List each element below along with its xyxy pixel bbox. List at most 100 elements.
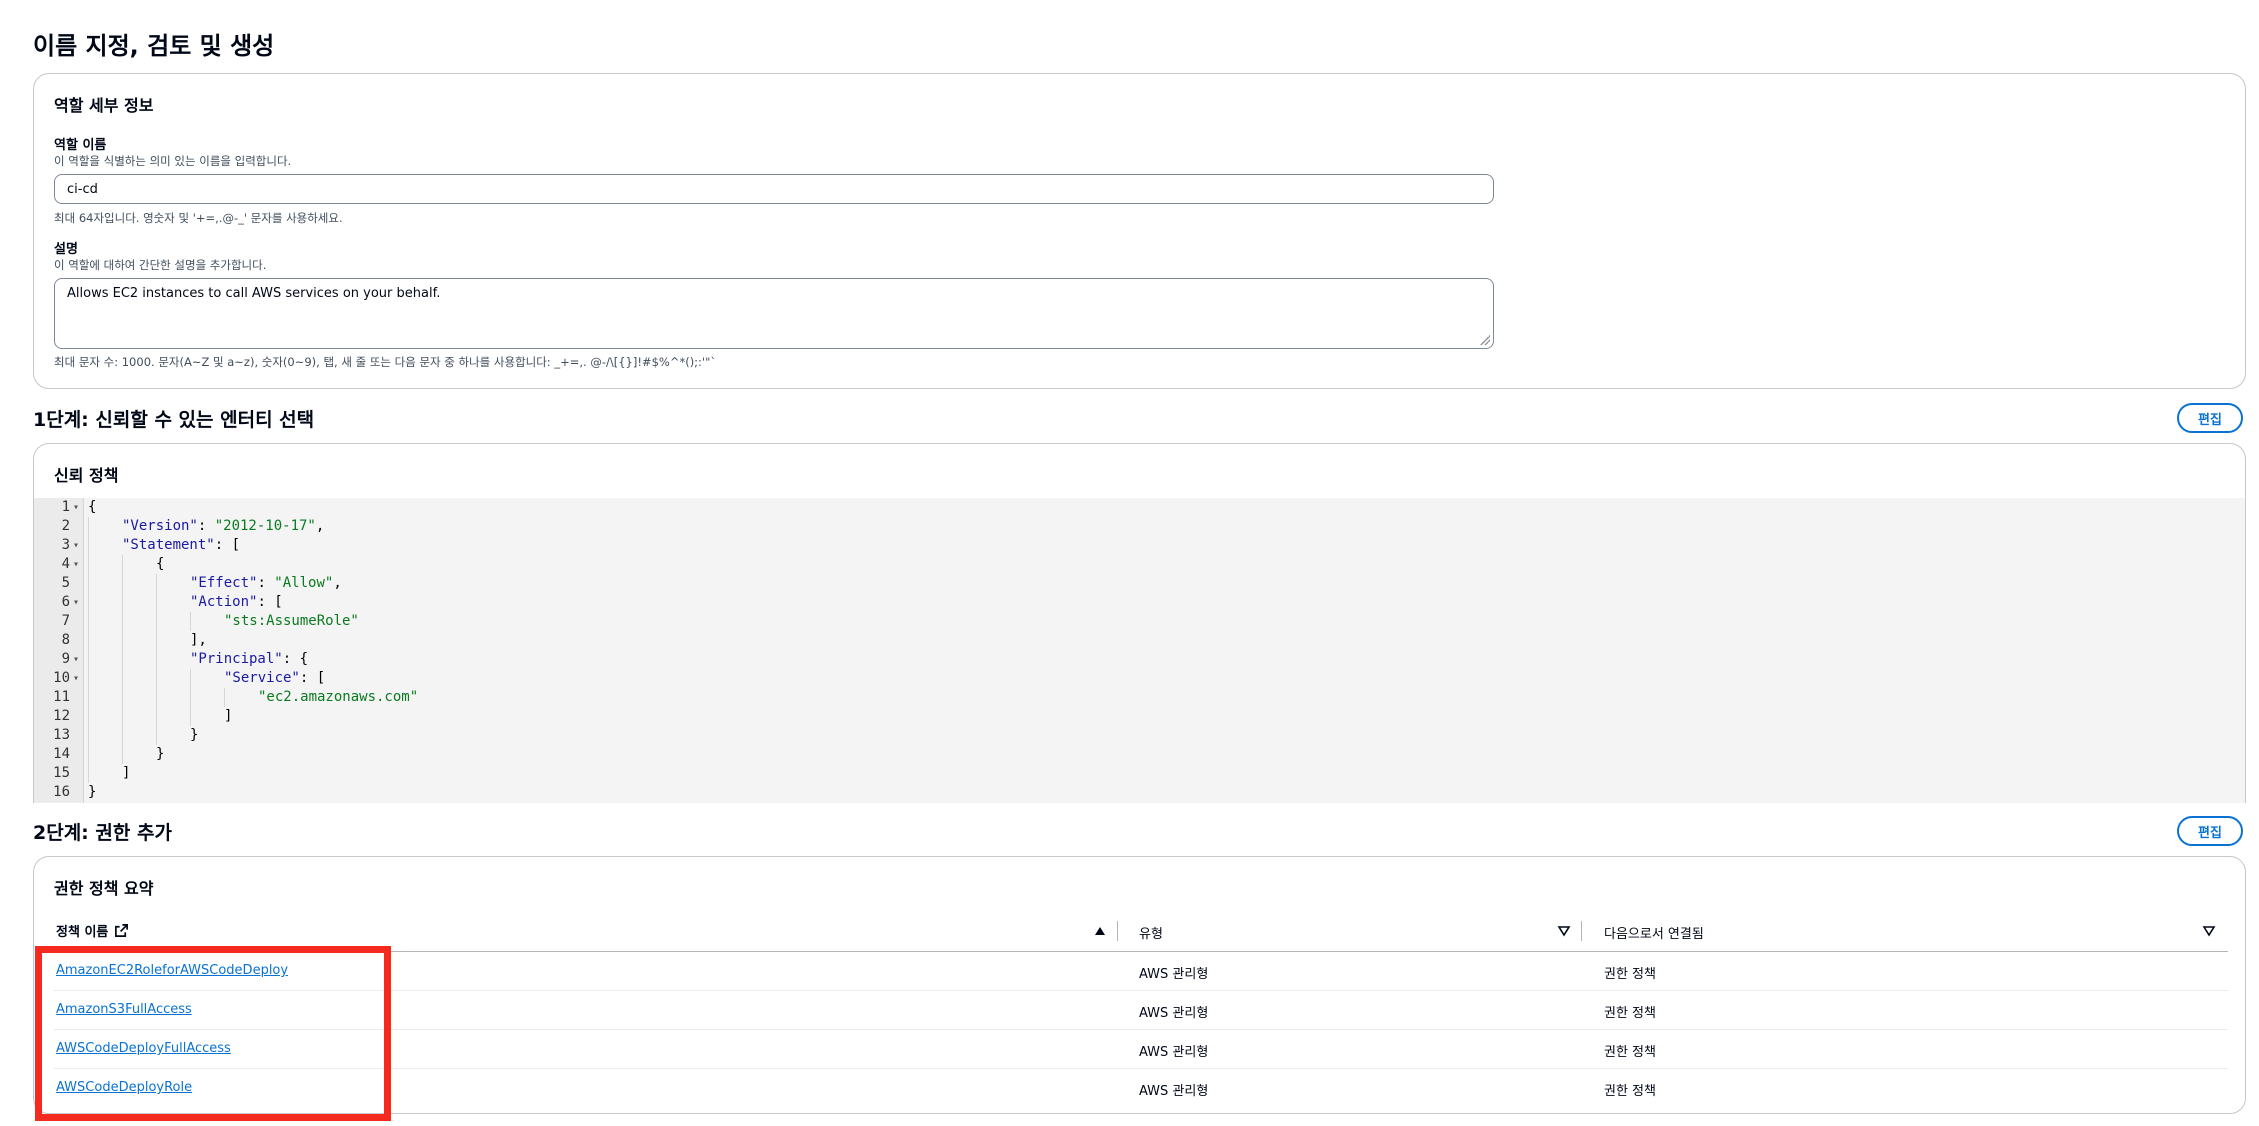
trust-policy-editor[interactable]: 1 ▾{2 "Version": "2012-10-17", 3 ▾ "Statement… xyxy=(34,498,2245,803)
json-punctuation: } xyxy=(156,746,165,762)
line-number: 2 xyxy=(61,518,70,534)
json-string: "2012-10-17" xyxy=(214,518,316,534)
indent-guide xyxy=(122,707,123,726)
indent-guide xyxy=(122,669,123,688)
code-text: { xyxy=(156,555,164,574)
trust-policy-title: 신뢰 정책 xyxy=(54,466,119,485)
indent-guide xyxy=(88,764,89,783)
json-key: "Service" xyxy=(224,670,300,686)
indent-guide xyxy=(88,612,89,631)
indent-guide xyxy=(122,631,123,650)
permissions-summary-title: 권한 정책 요약 xyxy=(54,879,154,898)
code-text: ] xyxy=(122,764,130,783)
line-number: 6 xyxy=(61,594,70,610)
column-header-type[interactable]: 유형 xyxy=(1139,923,1163,942)
sort-descending-icon[interactable] xyxy=(1557,924,1571,938)
indent-guide xyxy=(122,726,123,745)
fold-arrow-icon[interactable]: ▾ xyxy=(73,498,79,517)
column-header-attached-as[interactable]: 다음으로서 연결됨 xyxy=(1604,923,1704,942)
role-details-card: 역할 세부 정보 역할 이름 이 역할을 식별하는 의미 있는 이름을 입력합니… xyxy=(33,73,2246,389)
column-separator[interactable] xyxy=(1117,921,1118,941)
description-textarea[interactable]: Allows EC2 instances to call AWS service… xyxy=(54,278,1494,349)
step2-edit-button[interactable]: 편집 xyxy=(2177,816,2243,846)
column-separator[interactable] xyxy=(1581,921,1582,941)
code-line: 15] xyxy=(34,764,2245,783)
highlight-annotation-box xyxy=(35,946,391,1121)
indent-guide xyxy=(88,745,89,764)
code-text: "Effect": "Allow", xyxy=(190,574,342,593)
policy-type: AWS 관리형 xyxy=(1139,967,1209,982)
fold-arrow-icon[interactable]: ▾ xyxy=(73,669,79,688)
json-key: "Statement" xyxy=(122,537,215,553)
line-number: 7 xyxy=(61,613,70,629)
json-key: "Version" xyxy=(122,518,198,534)
indent-guide xyxy=(190,669,191,688)
indent-guide xyxy=(122,650,123,669)
code-text: "Version": "2012-10-17", xyxy=(122,517,324,536)
line-number: 10 xyxy=(53,670,70,686)
code-line: 13} xyxy=(34,726,2245,745)
indent-guide xyxy=(88,536,89,555)
json-punctuation: : xyxy=(257,575,275,591)
line-number: 8 xyxy=(61,632,70,648)
code-line: 5 "Effect": "Allow", xyxy=(34,574,2245,593)
fold-arrow-icon[interactable]: ▾ xyxy=(73,650,79,669)
role-details-title: 역할 세부 정보 xyxy=(54,96,154,115)
role-name-hint: 최대 64자입니다. 영숫자 및 '+=,.@-_' 문자를 사용하세요. xyxy=(54,211,343,225)
policy-attached-as: 권한 정책 xyxy=(1604,967,1656,982)
indent-guide xyxy=(88,593,89,612)
indent-guide xyxy=(224,688,225,707)
description-value: Allows EC2 instances to call AWS service… xyxy=(67,286,441,301)
line-number: 3 xyxy=(61,537,70,553)
code-line: 4 ▾ { xyxy=(34,555,2245,574)
indent-guide xyxy=(88,555,89,574)
indent-guide xyxy=(122,574,123,593)
step1-edit-button[interactable]: 편집 xyxy=(2177,403,2243,433)
json-punctuation: } xyxy=(88,784,97,800)
indent-guide xyxy=(156,612,157,631)
code-line: 16} xyxy=(34,783,2245,802)
fold-arrow-icon[interactable]: ▾ xyxy=(73,593,79,612)
page-title: 이름 지정, 검토 및 생성 xyxy=(33,32,275,60)
line-number: 5 xyxy=(61,575,70,591)
column-header-policy-name[interactable]: 정책 이름 xyxy=(56,921,129,940)
code-line: 6 ▾ "Action": [ xyxy=(34,593,2245,612)
json-punctuation: : [ xyxy=(214,537,241,553)
policy-attached-as: 권한 정책 xyxy=(1604,1084,1656,1099)
resize-grip-icon[interactable] xyxy=(1480,335,1490,345)
role-name-input[interactable]: ci-cd xyxy=(54,174,1494,204)
json-punctuation: , xyxy=(333,575,342,591)
code-text: "ec2.amazonaws.com" xyxy=(258,688,418,707)
indent-guide xyxy=(122,745,123,764)
step2-title: 2단계: 권한 추가 xyxy=(33,822,172,844)
code-line: 9 ▾ "Principal": { xyxy=(34,650,2245,669)
code-line: 14} xyxy=(34,745,2245,764)
indent-guide xyxy=(88,707,89,726)
indent-guide xyxy=(156,688,157,707)
external-link-icon xyxy=(115,924,129,937)
json-punctuation: ] xyxy=(122,765,131,781)
indent-guide xyxy=(190,707,191,726)
json-punctuation: ], xyxy=(190,632,207,648)
code-line: 11 "ec2.amazonaws.com" xyxy=(34,688,2245,707)
json-string: "sts:AssumeRole" xyxy=(224,613,359,629)
sort-ascending-icon[interactable] xyxy=(1093,924,1107,938)
indent-guide xyxy=(156,669,157,688)
fold-arrow-icon[interactable]: ▾ xyxy=(73,536,79,555)
json-punctuation: : [ xyxy=(299,670,326,686)
sort-descending-icon[interactable] xyxy=(2202,924,2216,938)
line-number: 9 xyxy=(61,651,70,667)
indent-guide xyxy=(122,688,123,707)
code-text: } xyxy=(88,783,96,802)
code-line: 7 "sts:AssumeRole" xyxy=(34,612,2245,631)
json-key: "Principal" xyxy=(190,651,283,667)
indent-guide xyxy=(122,612,123,631)
description-hint: 최대 문자 수: 1000. 문자(A~Z 및 a~z), 숫자(0~9), 탭… xyxy=(54,355,717,369)
json-punctuation: ] xyxy=(224,708,233,724)
code-text: "Statement": [ xyxy=(122,536,240,555)
indent-guide xyxy=(88,631,89,650)
fold-arrow-icon[interactable]: ▾ xyxy=(73,555,79,574)
code-text: } xyxy=(190,726,198,745)
indent-guide xyxy=(88,517,89,536)
json-key: "Action" xyxy=(190,594,258,610)
